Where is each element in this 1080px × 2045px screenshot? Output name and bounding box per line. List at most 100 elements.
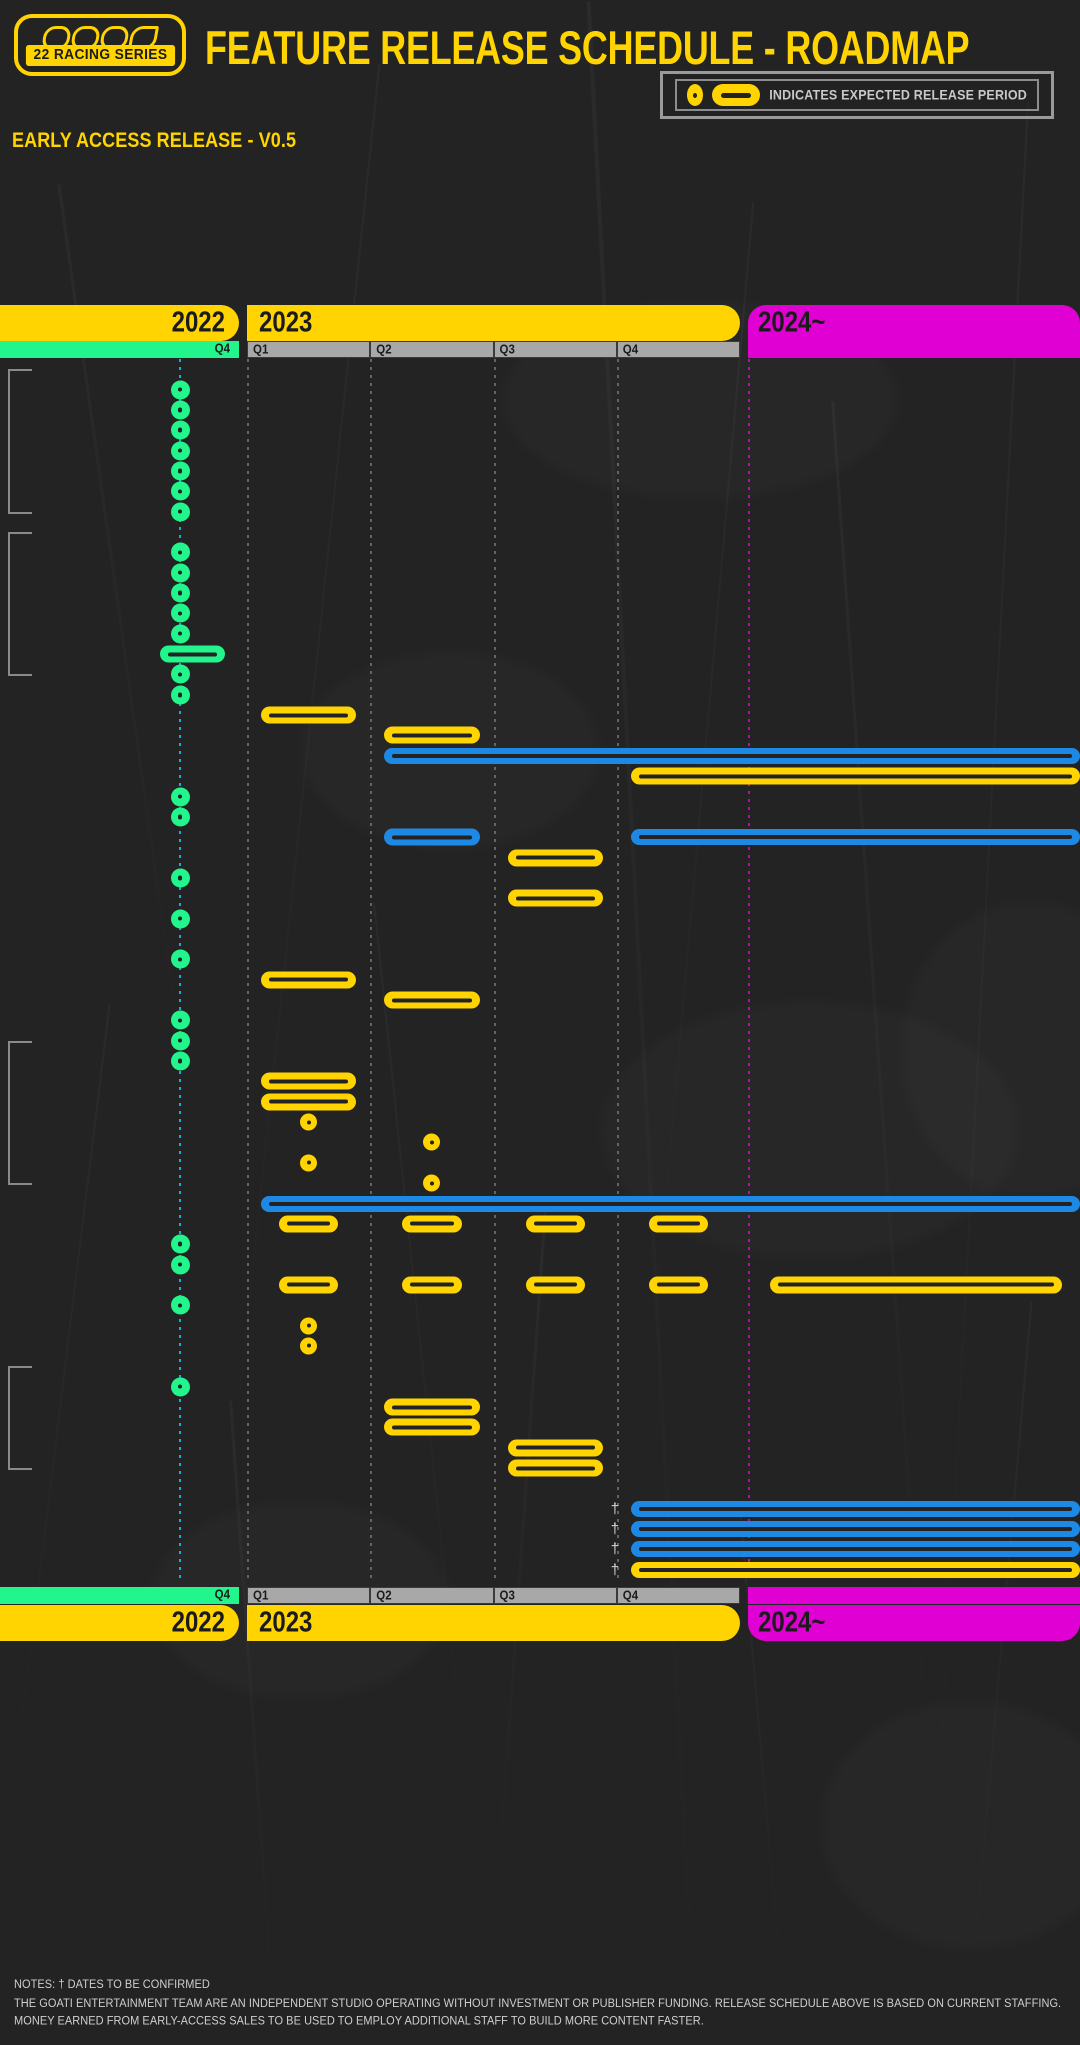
row-label-in-game-vehicle-builder (758, 806, 1080, 828)
feature-row (0, 379, 1080, 400)
row-label-dedicated-servers (758, 1172, 1080, 1194)
milestone-bar-new-tracks[interactable] (384, 747, 1080, 764)
row-label-ui-updates-and-polish (758, 1213, 1080, 1235)
feature-row (0, 583, 1080, 603)
milestone-segment-ui-updates-and-polish-2[interactable] (525, 1215, 585, 1233)
row-label-rts-resources (758, 419, 1080, 441)
row-label-intel-s-xess (758, 1315, 1080, 1337)
milestone-dot-in-game-track-builder-v1[interactable] (170, 685, 190, 705)
row-label-online-multiplayer (758, 1030, 1080, 1052)
feature-row (0, 664, 1080, 684)
milestone-segment-graphics-shader-updates-3[interactable] (648, 1276, 708, 1294)
milestone-dot-ugc-sharing-peer-to-peer[interactable] (170, 949, 190, 969)
row-label-player-progression (758, 1356, 1080, 1378)
milestone-pill-skill-based-ranking[interactable] (507, 1459, 603, 1477)
quarter-bottom-q4-2022: Q4 (0, 1587, 239, 1604)
milestone-dot-tracks-x10[interactable] (170, 664, 190, 684)
milestone-segment-new-vehicle-designs-0[interactable] (384, 828, 480, 846)
milestone-pill-custom-track-importer[interactable] (384, 726, 480, 744)
milestone-pill-all-local-game-modes[interactable] (261, 1072, 357, 1090)
feature-row (0, 563, 1080, 583)
milestone-segment-ui-updates-and-polish-1[interactable] (402, 1215, 462, 1233)
milestone-dot-local-multiplayer[interactable] (170, 1010, 190, 1030)
milestone-pill-tutorials[interactable] (160, 645, 225, 663)
milestone-dot-time-trial[interactable] (170, 583, 190, 603)
milestone-dot-race-royale[interactable] (300, 1113, 318, 1131)
milestone-pill-vehicle-part-unlocks[interactable] (384, 1398, 480, 1416)
feature-row (0, 1173, 1080, 1193)
milestone-dot-streaker-royale[interactable] (423, 1133, 441, 1151)
year-bar-bottom-2022: 2022 (0, 1605, 239, 1641)
milestone-dot-circuit-racing[interactable] (170, 542, 190, 562)
footer-note-3: MONEY EARNED FROM EARLY-ACCESS SALES TO … (14, 2014, 704, 2029)
milestone-dot-race-builder[interactable] (170, 909, 190, 929)
milestone-dot-adaptive-vehicle-setup[interactable] (170, 400, 190, 420)
milestone-dot-gamepad-kb-m-wheels[interactable] (170, 1255, 190, 1275)
row-label-event-leaderboard-rankings (758, 1376, 1080, 1398)
milestone-dot-point-to-point-racing[interactable] (170, 563, 190, 583)
milestone-pill-ugc-marketplace[interactable] (384, 991, 480, 1009)
milestone-segment-graphics-shader-updates-1[interactable] (402, 1276, 462, 1294)
year-label: 2023 (259, 306, 313, 339)
milestone-bar-xbox[interactable] (630, 1521, 1080, 1538)
milestone-dot-nvidia-s-dlss[interactable] (300, 1337, 318, 1355)
milestone-dot-time-trial-royale[interactable] (170, 1051, 190, 1071)
milestone-pill-ugc-sharing-in-game[interactable] (261, 971, 357, 989)
milestone-dot-elimination[interactable] (170, 603, 190, 623)
milestone-pill-achievements[interactable] (384, 1418, 480, 1436)
milestone-segment-graphics-shader-updates-4[interactable] (770, 1276, 1062, 1294)
milestone-segment-graphics-shader-updates-0[interactable] (279, 1276, 339, 1294)
feature-row (0, 1356, 1080, 1376)
milestone-pill-custom-vehicle-importer[interactable] (507, 849, 603, 867)
milestone-dot-vehicle-loadout[interactable] (170, 502, 190, 522)
feature-row (0, 1214, 1080, 1234)
feature-row: † (0, 1539, 1080, 1559)
row-label-consoles (758, 1478, 1080, 1500)
milestone-dot-player-hosted-lobbies[interactable] (300, 1154, 318, 1172)
milestone-dot-real-time-vehicle-upgrades[interactable] (170, 461, 190, 481)
feature-row (0, 1295, 1080, 1315)
milestone-pill-in-game-track-builder-v2[interactable] (261, 706, 357, 724)
row-label-nvidia-s-dlss (758, 1335, 1080, 1357)
milestone-dot-sector-capture-upgrades[interactable] (170, 441, 190, 461)
milestone-bar-additional-languages[interactable] (630, 1561, 1080, 1578)
milestone-bar-tournaments[interactable] (261, 1195, 1080, 1212)
milestone-dot-in-game-vehicle-tuner[interactable] (170, 868, 190, 888)
milestone-dot-vehicles-3k-parts[interactable] (170, 787, 190, 807)
milestone-segment-ui-updates-and-polish-0[interactable] (279, 1215, 339, 1233)
milestone-pill-campaign-mode[interactable] (507, 1439, 603, 1457)
feature-row (0, 786, 1080, 807)
milestone-dot-dedicated-servers[interactable] (423, 1174, 441, 1192)
milestone-dot-track-surface-abilities[interactable] (170, 481, 190, 501)
milestone-dot-in-game-vehicle-builder[interactable] (170, 807, 190, 827)
milestone-dot-event-leaderboard-rankings[interactable] (170, 1377, 190, 1397)
milestone-segment-new-vehicle-designs-1[interactable] (630, 829, 1080, 846)
quarter-top-q3-2023: Q3 (493, 341, 617, 358)
milestone-dot-sector-capture[interactable] (170, 624, 190, 644)
quarter-top-q2-2023: Q2 (370, 341, 494, 358)
group-bracket-top-0 (8, 369, 32, 372)
milestone-dot-rts-resources[interactable] (170, 420, 190, 440)
milestone-pill-custom-vehicle-tuner[interactable] (507, 889, 603, 907)
feature-row: † (0, 1560, 1080, 1580)
feature-row (0, 624, 1080, 644)
row-label-player-hosted-lobbies (758, 1152, 1080, 1174)
milestone-segment-graphics-shader-updates-2[interactable] (525, 1276, 585, 1294)
row-label-circuit-racing (758, 542, 1080, 564)
milestone-dot-advanced-vehicle-physics[interactable] (170, 380, 190, 400)
quarter-top-q1-2023: Q1 (247, 341, 371, 358)
quarter-top-q4-2022: Q4 (0, 341, 239, 358)
row-label-adaptive-vehicle-setup (758, 399, 1080, 421)
milestone-dot-amd-s-fsr[interactable] (170, 1295, 190, 1315)
milestone-pill-team-races[interactable] (261, 1093, 357, 1111)
year-bar-2024: 2024~ (748, 305, 1080, 341)
milestone-dot-vr[interactable] (170, 1234, 190, 1254)
milestone-bar-nintendo[interactable] (630, 1500, 1080, 1517)
milestone-dot-online-multiplayer[interactable] (170, 1031, 190, 1051)
feature-row (0, 929, 1080, 949)
milestone-dot-intel-s-xess[interactable] (300, 1317, 318, 1335)
milestone-bar-playstation[interactable] (630, 1541, 1080, 1558)
feature-row (0, 603, 1080, 623)
milestone-pill-new-environments[interactable] (630, 767, 1080, 785)
milestone-segment-ui-updates-and-polish-3[interactable] (648, 1215, 708, 1233)
